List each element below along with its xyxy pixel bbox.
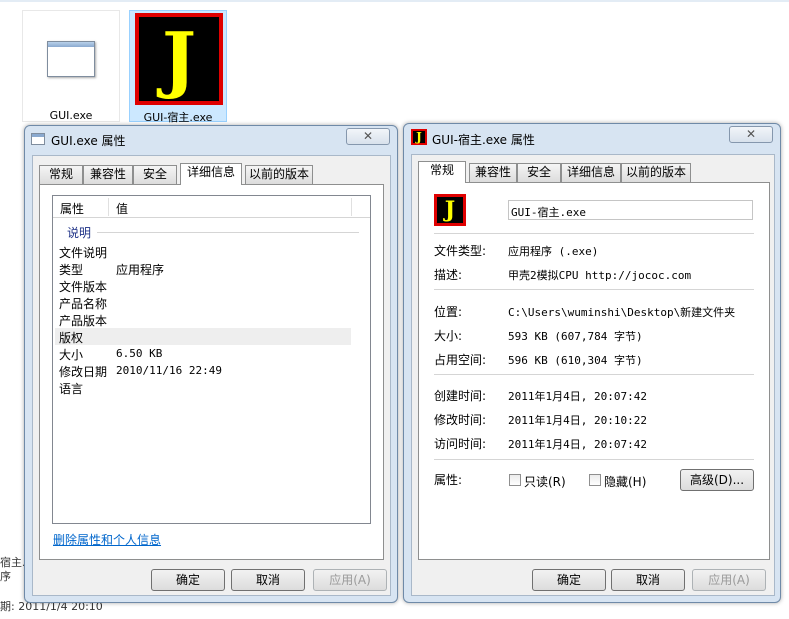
file-type-label: 文件类型: [434,244,487,258]
tab-details[interactable]: 详细信息 [180,163,242,185]
row-label: 类型 [59,263,84,277]
tab-security[interactable]: 安全 [517,163,561,182]
modified-value: 2011年1月4日, 20:10:22 [508,414,647,427]
right-tabbar: 常规 兼容性 安全 详细信息 以前的版本 [418,161,768,183]
column-divider [108,198,109,216]
row-value: 6.50 KB [116,347,163,360]
j-app-icon: J [135,13,223,105]
description-value: 甲壳2模拟CPU http://jococ.com [508,269,692,282]
accessed-value: 2011年1月4日, 20:07:42 [508,438,647,451]
size-label: 大小: [434,329,463,343]
cancel-button[interactable]: 取消 [231,569,305,591]
group-divider [97,232,359,233]
explorer-top-border [0,0,789,2]
apply-button[interactable]: 应用(A) [692,569,766,591]
exe-window-icon [31,133,45,145]
section-divider [434,289,754,290]
column-divider [351,198,352,216]
column-value[interactable]: 值 [116,200,128,217]
row-label: 语言 [59,382,84,396]
left-dialog-title: GUI.exe 属性 [51,134,126,148]
accessed-label: 访问时间: [434,437,487,451]
row-label: 大小 [59,348,84,362]
section-divider [434,459,754,460]
file-item-gui-exe[interactable]: GUI.exe [22,10,120,122]
file-label: GUI.exe [49,109,93,122]
row-value: 应用程序 [116,263,165,277]
j-app-icon: J [411,129,427,145]
tab-general[interactable]: 常规 [418,161,466,183]
modified-label: 修改时间: [434,413,487,427]
advanced-button[interactable]: 高级(D)... [680,469,754,491]
disk-size-value: 596 KB (610,304 字节) [508,354,643,367]
row-label: 修改日期 [59,365,108,379]
tab-security[interactable]: 安全 [133,165,177,184]
row-label: 版权 [59,331,84,345]
hidden-checkbox[interactable] [589,474,601,486]
close-button[interactable]: ✕ [729,126,773,143]
location-value: C:\Users\wuminshi\Desktop\新建文件夹 [508,306,736,319]
attributes-label: 属性: [434,473,463,487]
created-value: 2011年1月4日, 20:07:42 [508,390,647,403]
file-label: GUI-宿主.exe [143,111,213,124]
left-dialog-body: 常规 兼容性 安全 详细信息 以前的版本 属性 值 说明 文件说明 类型 应用程… [32,155,391,596]
row-label: 文件说明 [59,246,108,260]
tab-general[interactable]: 常规 [39,165,83,184]
right-dialog-title: GUI-宿主.exe 属性 [432,133,535,147]
details-list-header: 属性 值 [53,196,370,218]
remove-properties-link[interactable]: 删除属性和个人信息 [53,531,161,548]
row-hover-highlight [55,328,351,345]
column-property[interactable]: 属性 [60,200,84,217]
general-panel: J GUI-宿主.exe 文件类型: 应用程序 (.exe) 描述: 甲壳2模拟… [418,182,770,560]
exe-window-icon [47,41,95,77]
filename-field[interactable]: GUI-宿主.exe [508,200,753,220]
row-label: 文件版本 [59,280,108,294]
left-properties-dialog: GUI.exe 属性 ✕ 常规 兼容性 安全 详细信息 以前的版本 属性 值 说… [24,125,398,603]
j-app-icon: J [434,194,466,226]
row-label: 产品名称 [59,297,108,311]
section-divider [434,233,754,234]
location-label: 位置: [434,305,463,319]
ok-button[interactable]: 确定 [151,569,225,591]
readonly-label[interactable]: 只读(R) [524,473,566,490]
size-value: 593 KB (607,784 字节) [508,330,643,343]
section-divider [434,374,754,375]
right-properties-dialog: J GUI-宿主.exe 属性 ✕ 常规 兼容性 安全 详细信息 以前的版本 J… [403,123,781,603]
ok-button[interactable]: 确定 [532,569,606,591]
disk-size-label: 占用空间: [434,353,487,367]
right-dialog-body: 常规 兼容性 安全 详细信息 以前的版本 J GUI-宿主.exe 文件类型: … [411,154,775,596]
details-list[interactable]: 属性 值 说明 文件说明 类型 应用程序 文件版本 产品名称 产品版本 版权 大… [52,195,371,524]
cancel-button[interactable]: 取消 [611,569,685,591]
description-label: 描述: [434,268,463,282]
tab-compatibility[interactable]: 兼容性 [469,163,517,182]
left-dialog-titlebar[interactable]: GUI.exe 属性 ✕ [25,126,397,152]
file-type-value: 应用程序 (.exe) [508,245,599,258]
group-header-description: 说明 [67,226,92,240]
created-label: 创建时间: [434,389,487,403]
close-button[interactable]: ✕ [346,128,390,145]
right-dialog-titlebar[interactable]: J GUI-宿主.exe 属性 ✕ [404,124,780,150]
tab-previous-versions[interactable]: 以前的版本 [245,165,313,184]
row-label: 产品版本 [59,314,108,328]
file-item-gui-host-exe[interactable]: J GUI-宿主.exe [129,10,227,124]
row-value: 2010/11/16 22:49 [116,364,222,377]
tab-compatibility[interactable]: 兼容性 [83,165,133,184]
tab-previous-versions[interactable]: 以前的版本 [621,163,691,182]
hidden-label[interactable]: 隐藏(H) [604,473,646,490]
readonly-checkbox[interactable] [509,474,521,486]
left-tabbar: 常规 兼容性 安全 详细信息 以前的版本 [39,163,379,185]
apply-button[interactable]: 应用(A) [313,569,387,591]
details-panel: 属性 值 说明 文件说明 类型 应用程序 文件版本 产品名称 产品版本 版权 大… [39,184,384,560]
tab-details[interactable]: 详细信息 [561,163,621,182]
